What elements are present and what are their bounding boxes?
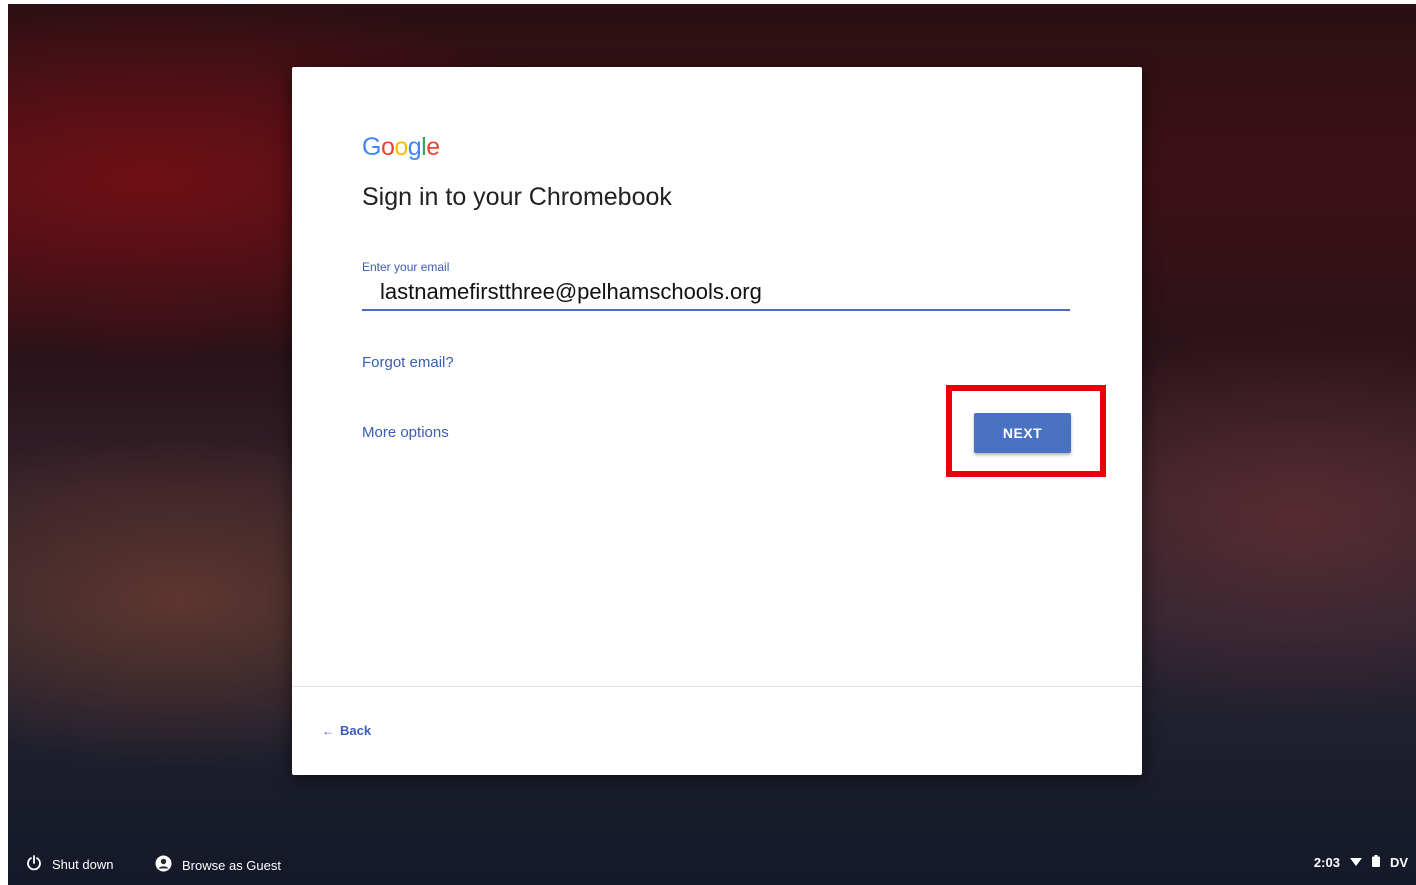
clock: 2:03 — [1313, 855, 1340, 870]
left-frame-edge — [0, 0, 8, 885]
email-field[interactable] — [362, 275, 1070, 311]
more-options-link[interactable]: More options — [362, 424, 449, 441]
status-tray[interactable]: 2:03 DV — [1314, 855, 1408, 870]
back-button[interactable]: ← Back — [322, 723, 371, 738]
top-frame-edge — [0, 0, 1416, 4]
back-arrow-icon: ← — [322, 723, 334, 738]
back-button-label: Back — [340, 723, 372, 738]
guest-label: Browse as Guest — [182, 857, 281, 873]
battery-icon — [1371, 855, 1380, 870]
email-field-label: Enter your email — [362, 260, 450, 274]
logo-letter: G — [362, 133, 381, 161]
forgot-email-link[interactable]: Forgot email? — [362, 354, 454, 371]
google-logo: Google — [362, 133, 440, 162]
next-button[interactable]: NEXT — [974, 413, 1071, 453]
logo-letter: e — [426, 133, 440, 161]
browse-as-guest-button[interactable]: Browse as Guest — [155, 855, 281, 875]
sign-in-card: Google Sign in to your Chromebook Enter … — [292, 67, 1142, 775]
logo-letter: o — [380, 133, 395, 161]
power-icon — [26, 855, 42, 874]
account-icon — [155, 855, 172, 875]
shutdown-label: Shut down — [52, 857, 114, 872]
wifi-icon — [1349, 855, 1362, 870]
login-screen: Google Sign in to your Chromebook Enter … — [0, 0, 1416, 885]
logo-letter: o — [394, 133, 408, 161]
logo-letter: g — [407, 133, 422, 161]
shutdown-button[interactable]: Shut down — [26, 855, 113, 874]
page-title: Sign in to your Chromebook — [362, 183, 672, 211]
user-initials: DV — [1389, 855, 1408, 870]
card-footer-divider — [292, 686, 1142, 687]
login-shelf: Shut down Browse as Guest 2:03 DV — [0, 845, 1416, 885]
